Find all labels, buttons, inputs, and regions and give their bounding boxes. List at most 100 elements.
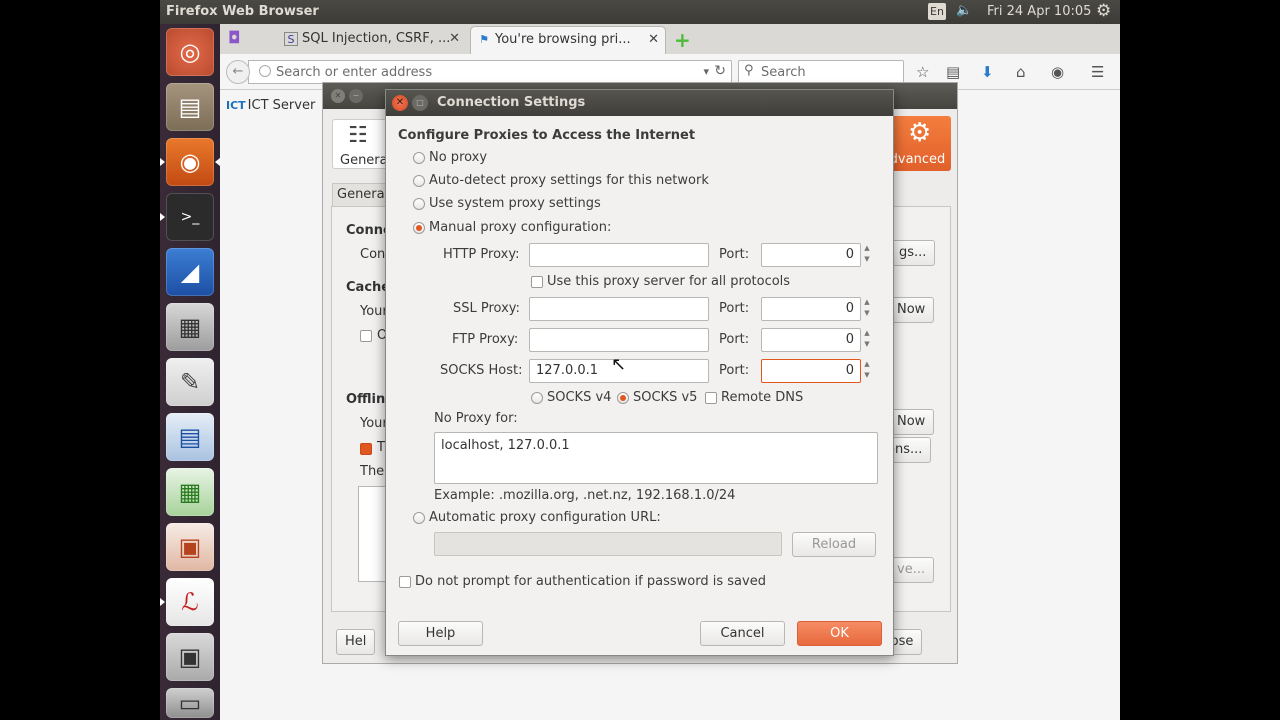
history-dropdown-icon[interactable]: ▾ — [703, 65, 709, 78]
new-tab-icon[interactable]: + — [674, 28, 691, 52]
help-button[interactable]: Hel — [336, 629, 376, 655]
back-icon[interactable]: ← — [226, 60, 250, 84]
no-proxy-label: No proxy — [429, 150, 488, 165]
auto-detect-label: Auto-detect proxy settings for this netw… — [429, 173, 709, 188]
system-gear-icon[interactable]: ⚙ — [1096, 1, 1111, 21]
no-proxy-for-label: No Proxy for: — [434, 411, 518, 426]
chat-icon[interactable]: ◉ — [1051, 63, 1064, 81]
system-proxy-label: Use system proxy settings — [429, 196, 601, 211]
auto-detect-radio[interactable] — [413, 175, 425, 187]
auto-config-url-label: Automatic proxy configuration URL: — [429, 510, 661, 525]
offline-text: Your — [360, 416, 388, 431]
home-icon[interactable]: ⌂ — [1016, 63, 1026, 81]
auto-config-url-input[interactable] — [434, 532, 782, 556]
close-icon[interactable]: ✕ — [331, 89, 345, 103]
url-placeholder: Search or enter address — [276, 65, 433, 80]
sliders-icon: ☷ — [348, 123, 368, 148]
cancel-button[interactable]: Cancel — [700, 621, 785, 646]
socks-port-input[interactable]: 0 — [761, 359, 861, 383]
ok-button[interactable]: OK — [797, 621, 882, 646]
keyboard-indicator[interactable]: En — [928, 3, 946, 20]
scanner-icon[interactable]: ▭ — [166, 688, 214, 718]
ftp-proxy-label: FTP Proxy: — [452, 332, 519, 347]
tab-close-icon[interactable]: ✕ — [449, 31, 460, 46]
manual-proxy-radio[interactable] — [413, 222, 425, 234]
help-button[interactable]: Help — [398, 621, 483, 646]
remove-button[interactable]: ve... — [888, 557, 935, 583]
no-prompt-checkbox[interactable] — [399, 576, 411, 588]
ssl-port-spinner[interactable]: ▲ ▼ — [862, 297, 872, 321]
reload-icon[interactable]: ↻ — [714, 63, 726, 79]
volume-icon[interactable]: 🔈 — [956, 3, 972, 18]
menu-icon[interactable]: ☰ — [1091, 63, 1104, 81]
text-editor-icon[interactable]: ✎ — [166, 358, 214, 406]
no-proxy-for-input[interactable]: localhost, 127.0.0.1 — [434, 432, 878, 484]
desktop-screen: Firefox Web Browser En 🔈 Fri 24 Apr 10:0… — [160, 0, 1120, 720]
socks-v4-radio[interactable] — [531, 392, 543, 404]
manual-proxy-label: Manual proxy configuration: — [429, 220, 612, 235]
tab-close-icon[interactable]: ✕ — [648, 32, 659, 47]
http-port-spinner[interactable]: ▲ ▼ — [862, 243, 872, 267]
impress-icon[interactable]: ▣ — [166, 523, 214, 571]
bookmark-ict-server[interactable]: ICT ICT Server — [226, 98, 315, 113]
ftp-port-label: Port: — [719, 332, 750, 347]
ftp-proxy-input[interactable] — [529, 328, 709, 352]
connection-settings-button[interactable]: gs... — [890, 240, 936, 266]
calculator-icon[interactable]: ▦ — [166, 303, 214, 351]
auto-config-url-radio[interactable] — [413, 512, 425, 524]
terminal-icon[interactable]: >_ — [166, 193, 214, 241]
override-cache-checkbox[interactable] — [360, 330, 372, 342]
workspace-switcher-icon[interactable]: ▣ — [166, 633, 214, 681]
clear-offline-button[interactable]: Now — [888, 409, 935, 435]
reload-button[interactable]: Reload — [792, 532, 876, 557]
ssl-proxy-input[interactable] — [529, 297, 709, 321]
pdf-viewer-icon[interactable]: ℒ — [166, 578, 214, 626]
files-icon[interactable]: ▤ — [166, 83, 214, 131]
clear-cache-button[interactable]: Now — [888, 297, 935, 323]
ssl-proxy-label: SSL Proxy: — [453, 301, 520, 316]
socks-v5-radio[interactable] — [617, 392, 629, 404]
downloads-icon[interactable]: ⬇ — [981, 63, 994, 81]
clock[interactable]: Fri 24 Apr 10:05 — [987, 4, 1091, 19]
dash-home-icon[interactable]: ◎ — [166, 28, 214, 76]
use-for-all-checkbox[interactable] — [531, 276, 543, 288]
no-proxy-example: Example: .mozilla.org, .net.nz, 192.168.… — [434, 488, 736, 503]
tab-general[interactable]: ☷ General — [332, 119, 392, 169]
private-browsing-mask-icon: ◘ — [228, 28, 241, 47]
ftp-port-input[interactable]: 0 — [761, 328, 861, 352]
tab-favicon: S — [284, 32, 298, 46]
subtab-general[interactable]: General — [332, 183, 388, 207]
tab-sql-injection[interactable]: S SQL Injection, CSRF, ... ✕ — [278, 26, 466, 54]
ftp-port-spinner[interactable]: ▲ ▼ — [862, 328, 872, 352]
running-indicator — [160, 598, 165, 606]
firefox-icon[interactable]: ◉ — [166, 138, 214, 186]
wireshark-icon[interactable]: ◢ — [166, 248, 214, 296]
tab-private-browsing[interactable]: ⚑ You're browsing pri... ✕ — [470, 26, 666, 54]
writer-icon[interactable]: ▤ — [166, 413, 214, 461]
close-icon[interactable]: ✕ — [392, 95, 408, 111]
maximize-icon[interactable]: □ — [412, 95, 428, 111]
tab-bar: ◘ S SQL Injection, CSRF, ... ✕ ⚑ You're … — [220, 24, 1120, 54]
no-proxy-radio[interactable] — [413, 152, 425, 164]
socks-port-spinner[interactable]: ▲ ▼ — [862, 359, 872, 383]
url-bar[interactable]: Search or enter address ▾ ↻ — [248, 60, 732, 84]
tab-label: You're browsing pri... — [495, 32, 631, 47]
ssl-port-input[interactable]: 0 — [761, 297, 861, 321]
tab-label: SQL Injection, CSRF, ... — [302, 31, 451, 46]
http-proxy-input[interactable] — [529, 243, 709, 267]
tab-general-label: General — [340, 153, 392, 168]
bookmark-star-icon[interactable]: ☆ — [916, 63, 929, 81]
calc-icon[interactable]: ▦ — [166, 468, 214, 516]
http-port-input[interactable]: 0 — [761, 243, 861, 267]
system-proxy-radio[interactable] — [413, 198, 425, 210]
socks-host-label: SOCKS Host: — [440, 363, 523, 378]
running-indicator — [160, 158, 165, 166]
reading-list-icon[interactable]: ▤ — [946, 63, 960, 81]
use-for-all-label: Use this proxy server for all protocols — [547, 274, 791, 289]
top-panel: Firefox Web Browser En 🔈 Fri 24 Apr 10:0… — [160, 0, 1120, 24]
search-icon: ⚲ — [744, 63, 754, 78]
tell-me-checkbox[interactable] — [360, 443, 372, 455]
search-bar[interactable]: ⚲ Search — [738, 60, 904, 84]
minimize-icon[interactable]: − — [349, 89, 363, 103]
remote-dns-checkbox[interactable] — [705, 392, 717, 404]
